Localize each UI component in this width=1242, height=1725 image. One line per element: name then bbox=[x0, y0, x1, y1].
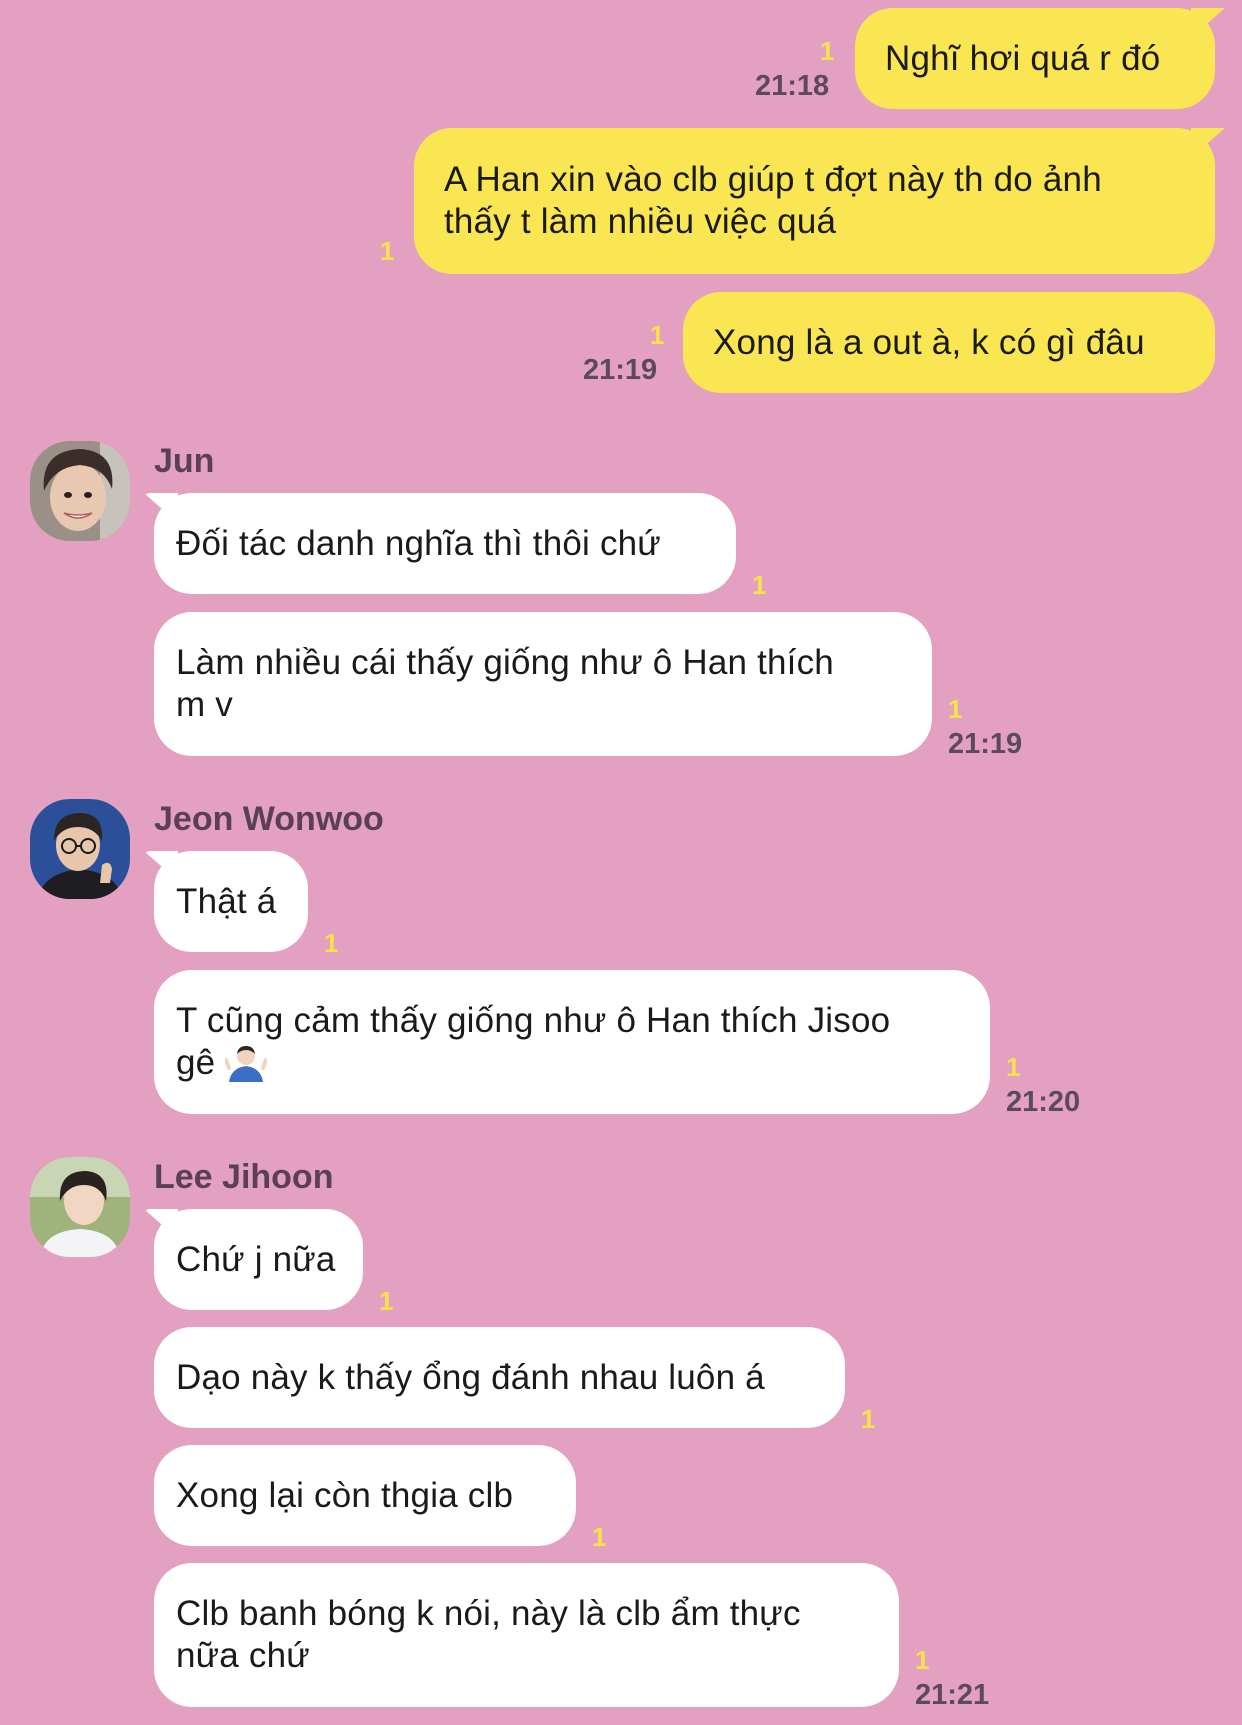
person-avatar-lee-jihoon bbox=[30, 1157, 130, 1257]
message-text: Thật á bbox=[176, 881, 277, 921]
message-text: Xong là a out à, k có gì đâu bbox=[713, 322, 1145, 362]
person-avatar-jeon-wonwoo bbox=[30, 799, 130, 899]
unread-count: 1 bbox=[324, 928, 339, 958]
sender-name: Jun bbox=[154, 442, 215, 480]
person-avatar-jun bbox=[30, 441, 130, 541]
message-text: A Han xin vào clb giúp t đợt này th do ả… bbox=[444, 160, 1102, 241]
incoming-message[interactable]: Thật á bbox=[154, 851, 308, 952]
incoming-message[interactable]: Chứ j nữa bbox=[154, 1209, 363, 1310]
message-text: Dạo này k thấy ổng đánh nhau luôn á bbox=[176, 1357, 765, 1397]
unread-count: 1 bbox=[592, 1522, 607, 1552]
unread-count: 1 bbox=[861, 1404, 876, 1434]
message-time: 21:19 bbox=[948, 728, 1023, 760]
message-text: Làm nhiều cái thấy giống như ô Han thích… bbox=[176, 643, 834, 724]
message-text: Chứ j nữa bbox=[176, 1239, 336, 1279]
person-shrugging-emoji bbox=[225, 1046, 268, 1082]
message-text: Đối tác danh nghĩa thì thôi chứ bbox=[176, 523, 661, 563]
message-text: Nghĩ hơi quá r đó bbox=[885, 38, 1161, 78]
unread-count: 1 bbox=[650, 320, 665, 350]
avatar[interactable] bbox=[30, 799, 130, 899]
outgoing-message[interactable]: A Han xin vào clb giúp t đợt này th do ả… bbox=[414, 128, 1215, 274]
incoming-message[interactable]: Clb banh bóng k nói, này là clb ẩm thực … bbox=[154, 1563, 899, 1707]
sender-name: Lee Jihoon bbox=[154, 1158, 334, 1196]
sender-name: Jeon Wonwoo bbox=[154, 800, 384, 838]
message-text: Clb banh bóng k nói, này là clb ẩm thực … bbox=[176, 1594, 801, 1675]
unread-count: 1 bbox=[380, 236, 395, 266]
unread-count: 1 bbox=[915, 1645, 930, 1675]
message-text-wrapper: T cũng cảm thấy giống như ô Han thích Ji… bbox=[176, 1000, 890, 1084]
unread-count: 1 bbox=[1006, 1052, 1021, 1082]
message-time: 21:20 bbox=[1006, 1086, 1081, 1118]
incoming-message[interactable]: Đối tác danh nghĩa thì thôi chứ bbox=[154, 493, 736, 594]
unread-count: 1 bbox=[820, 36, 835, 66]
message-time: 21:18 bbox=[755, 70, 830, 102]
unread-count: 1 bbox=[948, 694, 963, 724]
incoming-message[interactable]: T cũng cảm thấy giống như ô Han thích Ji… bbox=[154, 970, 990, 1114]
incoming-message[interactable]: Xong lại còn thgia clb bbox=[154, 1445, 576, 1546]
avatar[interactable] bbox=[30, 441, 130, 541]
outgoing-message[interactable]: Nghĩ hơi quá r đó bbox=[855, 8, 1215, 109]
message-text: T cũng cảm thấy giống như ô Han thích Ji… bbox=[176, 1001, 891, 1082]
message-text: Xong lại còn thgia clb bbox=[176, 1475, 514, 1515]
avatar[interactable] bbox=[30, 1157, 130, 1257]
message-time: 21:19 bbox=[583, 354, 658, 386]
unread-count: 1 bbox=[379, 1286, 394, 1316]
incoming-message[interactable]: Làm nhiều cái thấy giống như ô Han thích… bbox=[154, 612, 932, 756]
outgoing-message[interactable]: Xong là a out à, k có gì đâu bbox=[683, 292, 1215, 393]
message-time: 21:21 bbox=[915, 1679, 990, 1711]
unread-count: 1 bbox=[752, 570, 767, 600]
incoming-message[interactable]: Dạo này k thấy ổng đánh nhau luôn á bbox=[154, 1327, 845, 1428]
